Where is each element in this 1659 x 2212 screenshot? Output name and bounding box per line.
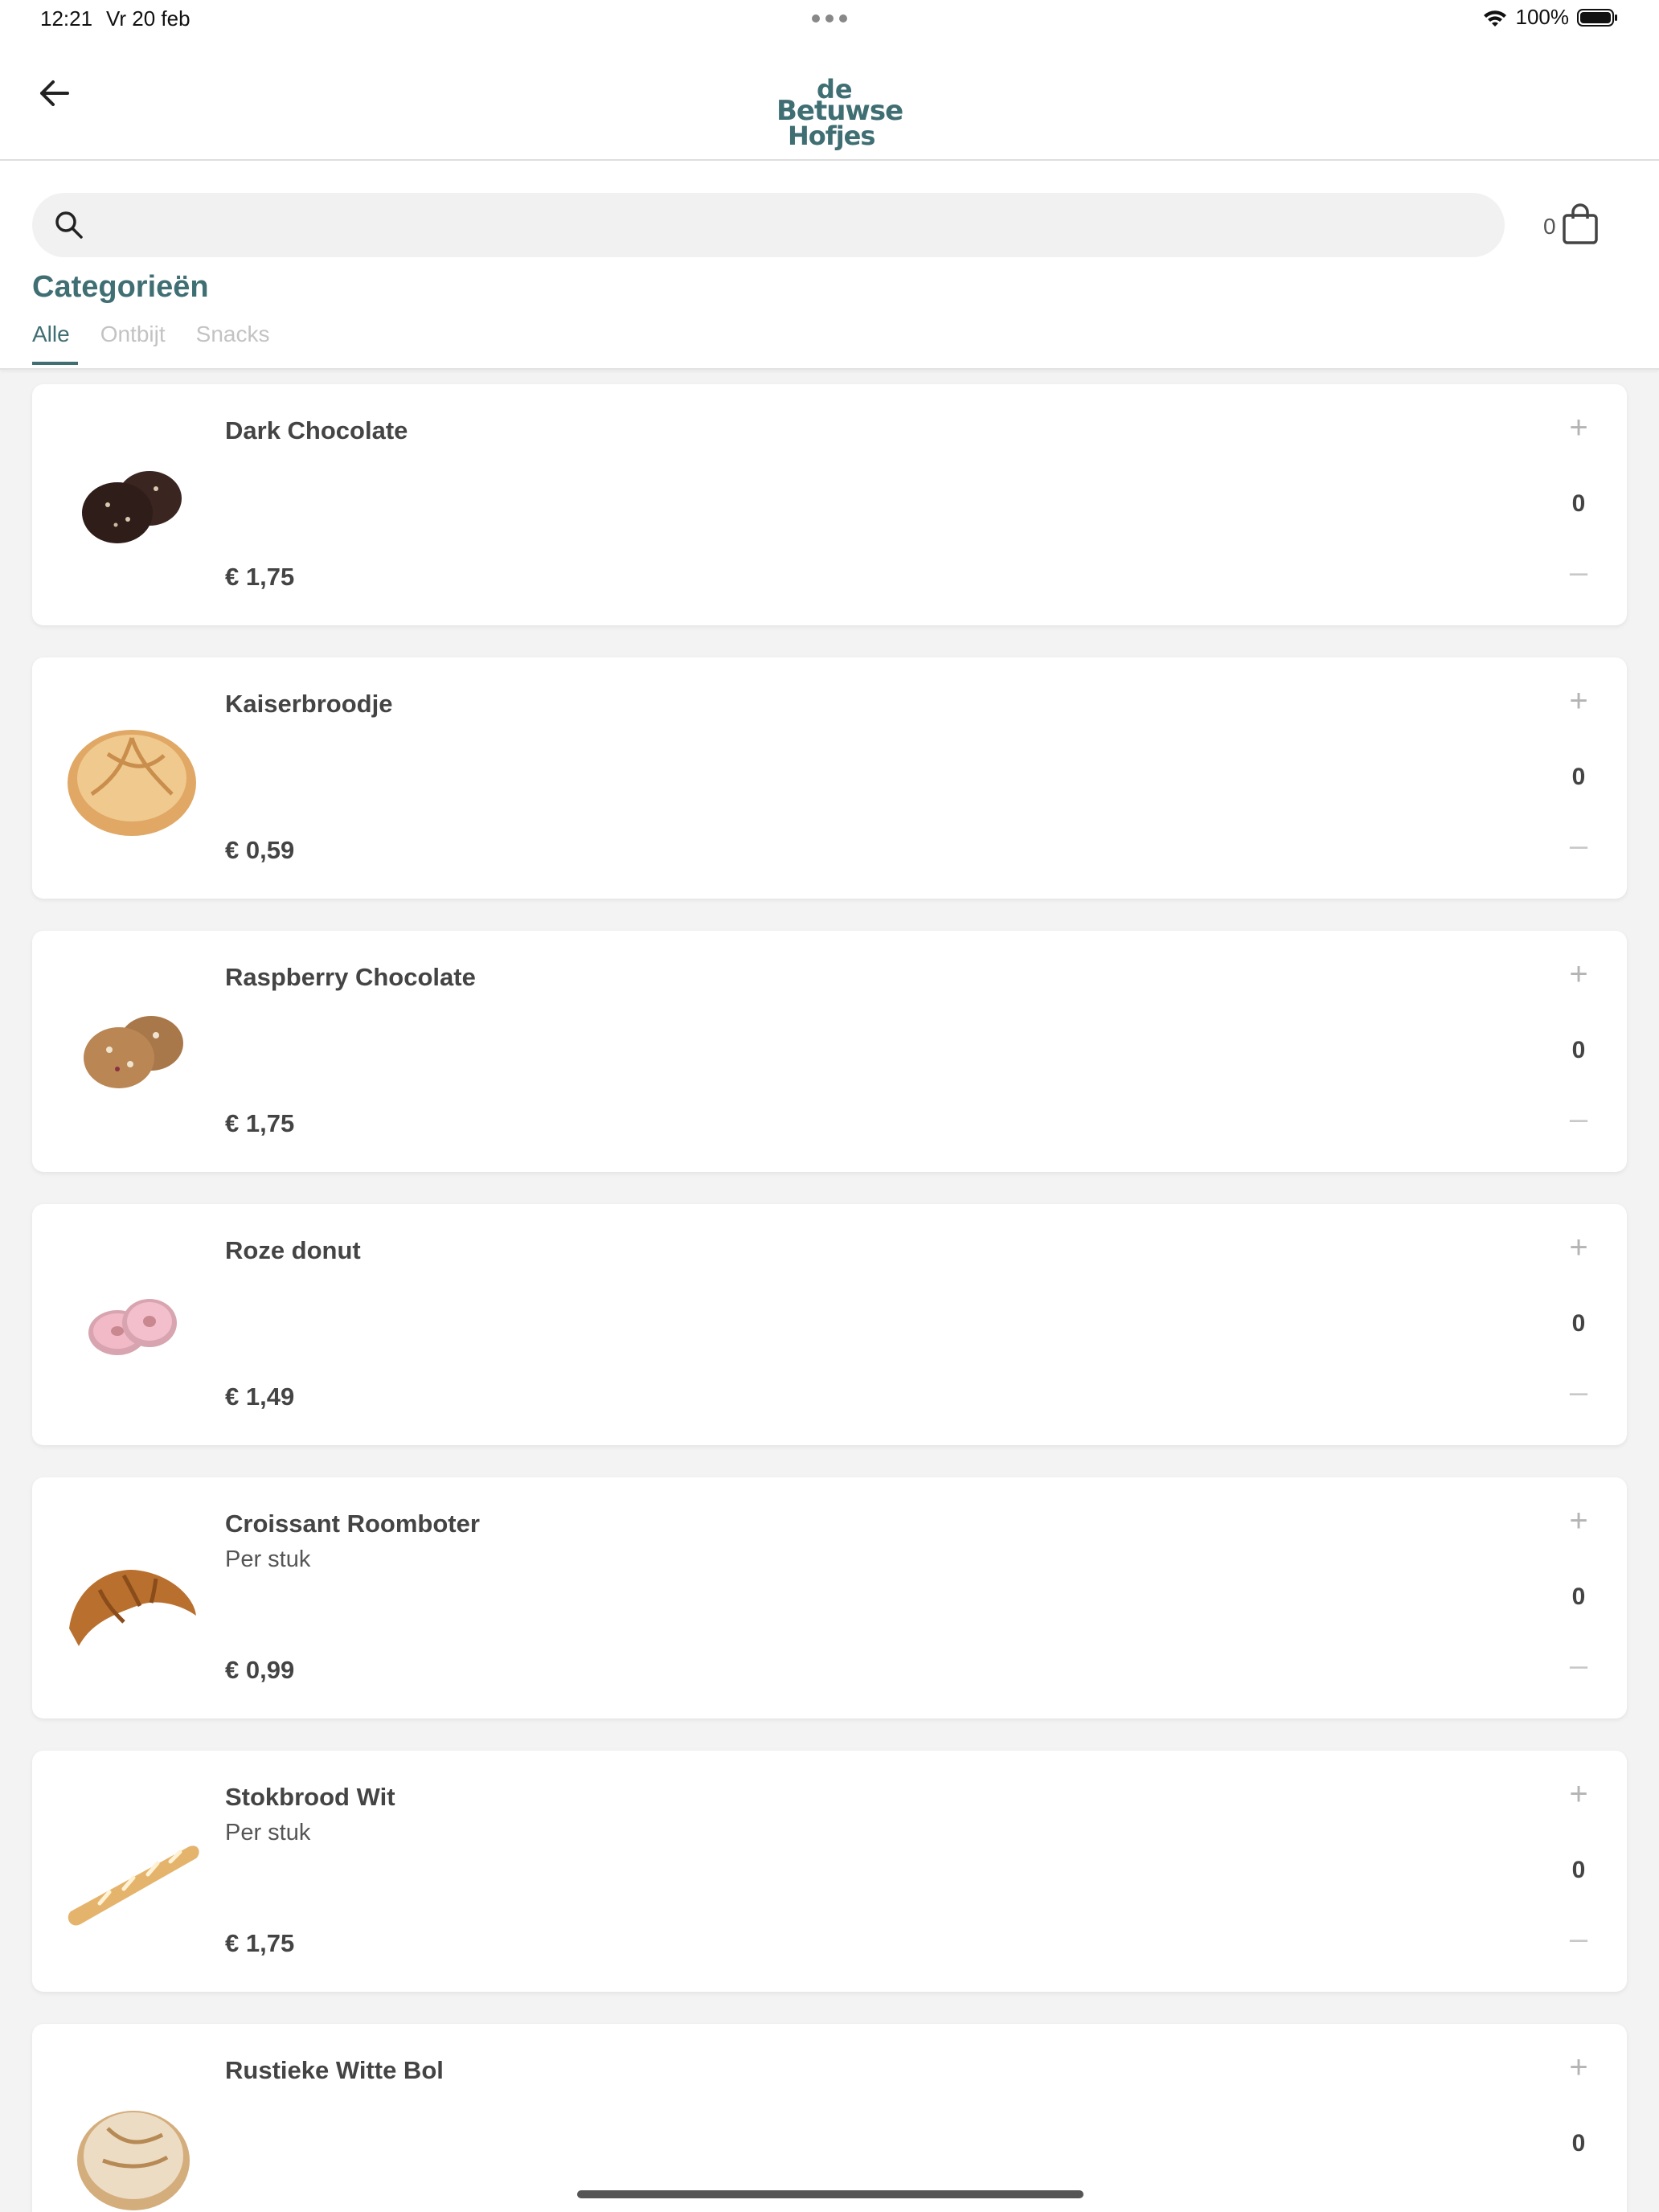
search-input[interactable] (100, 193, 1482, 257)
tab-snacks[interactable]: Snacks (196, 322, 270, 363)
product-name: Raspberry Chocolate (225, 963, 476, 991)
status-indicators: 100% (1482, 5, 1620, 30)
product-card[interactable]: Raspberry Chocolate € 1,75 + 0 – (32, 931, 1627, 1172)
search-and-categories: 0 Categorieën Alle Ontbijt Snacks (0, 161, 1659, 370)
multitasking-dots-icon[interactable] (812, 14, 847, 23)
product-description: Per stuk (225, 1820, 311, 1845)
product-name: Rustieke Witte Bol (225, 2056, 444, 2084)
categories-title: Categorieën (32, 270, 209, 304)
shopping-bag-icon (1562, 203, 1598, 244)
tab-alle[interactable]: Alle (32, 322, 78, 365)
product-card[interactable]: Roze donut € 1,49 + 0 – (32, 1204, 1627, 1445)
baguette-image (68, 1845, 199, 1926)
battery-percentage: 100% (1515, 5, 1570, 29)
product-card[interactable]: Kaiserbroodje € 0,59 + 0 – (32, 657, 1627, 899)
app-screen: 12:21 Vr 20 feb 100% de Betuwse Hofjes 0… (0, 0, 1659, 2212)
product-card[interactable]: Stokbrood Wit Per stuk € 1,75 + 0 – (32, 1751, 1627, 1992)
product-price: € 1,75 (225, 563, 295, 591)
app-header: de Betuwse Hofjes (0, 39, 1659, 161)
quantity-value: 0 (1571, 1310, 1586, 1337)
status-bar: 12:21 Vr 20 feb 100% (0, 0, 1659, 39)
decrease-quantity-button[interactable]: – (1563, 1649, 1595, 1682)
home-indicator[interactable] (577, 2190, 1083, 2198)
tab-ontbijt[interactable]: Ontbijt (100, 322, 166, 363)
increase-quantity-button[interactable]: + (1563, 2051, 1595, 2083)
product-price: € 1,75 (225, 1929, 295, 1957)
product-name: Dark Chocolate (225, 416, 408, 444)
quantity-value: 0 (1571, 490, 1586, 517)
search-icon (55, 211, 83, 239)
increase-quantity-button[interactable]: + (1563, 412, 1595, 444)
kaiser-roll-image (68, 730, 196, 836)
search-bar[interactable] (32, 193, 1505, 257)
battery-icon (1577, 8, 1617, 27)
increase-quantity-button[interactable]: + (1563, 1505, 1595, 1537)
quantity-value: 0 (1571, 764, 1586, 790)
raspberry-cookies-image (84, 1016, 183, 1088)
decrease-quantity-button[interactable]: – (1563, 830, 1595, 862)
pink-donuts-image (88, 1299, 177, 1355)
decrease-quantity-button[interactable]: – (1563, 1923, 1595, 1955)
decrease-quantity-button[interactable]: – (1563, 1103, 1595, 1135)
quantity-value: 0 (1571, 1037, 1586, 1063)
product-name: Kaiserbroodje (225, 690, 393, 718)
status-time: 12:21 (40, 6, 93, 31)
product-description: Per stuk (225, 1546, 311, 1572)
product-price: € 0,99 (225, 1656, 295, 1684)
back-arrow-icon[interactable] (32, 71, 77, 116)
increase-quantity-button[interactable]: + (1563, 1778, 1595, 1810)
decrease-quantity-button[interactable]: – (1563, 1376, 1595, 1408)
product-card[interactable]: Dark Chocolate € 1,75 + 0 – (32, 384, 1627, 625)
cart-count: 0 (1543, 214, 1556, 239)
product-price: € 1,49 (225, 1382, 295, 1411)
dark-chocolate-cookies-image (82, 471, 182, 543)
cart-button[interactable]: 0 (1543, 203, 1600, 246)
increase-quantity-button[interactable]: + (1563, 1231, 1595, 1264)
product-name: Stokbrood Wit (225, 1783, 395, 1811)
product-name: Roze donut (225, 1236, 361, 1264)
wifi-icon (1483, 10, 1506, 27)
brand-logo[interactable]: de Betuwse Hofjes (772, 74, 903, 153)
category-tabs: Alle Ontbijt Snacks (32, 322, 270, 365)
rustic-roll-image (77, 2111, 190, 2210)
status-date: Vr 20 feb (106, 6, 190, 31)
product-card[interactable]: Croissant Roomboter Per stuk € 0,99 + 0 … (32, 1477, 1627, 1718)
increase-quantity-button[interactable]: + (1563, 685, 1595, 717)
product-price: € 1,75 (225, 1109, 295, 1137)
product-price: € 0,59 (225, 836, 295, 864)
increase-quantity-button[interactable]: + (1563, 958, 1595, 990)
quantity-value: 0 (1571, 1583, 1586, 1610)
product-card[interactable]: Rustieke Witte Bol + 0 (32, 2024, 1627, 2212)
product-name: Croissant Roomboter (225, 1509, 480, 1538)
croissant-image (69, 1569, 196, 1646)
decrease-quantity-button[interactable]: – (1563, 556, 1595, 588)
quantity-value: 0 (1571, 1857, 1586, 1883)
quantity-value: 0 (1571, 2130, 1586, 2157)
